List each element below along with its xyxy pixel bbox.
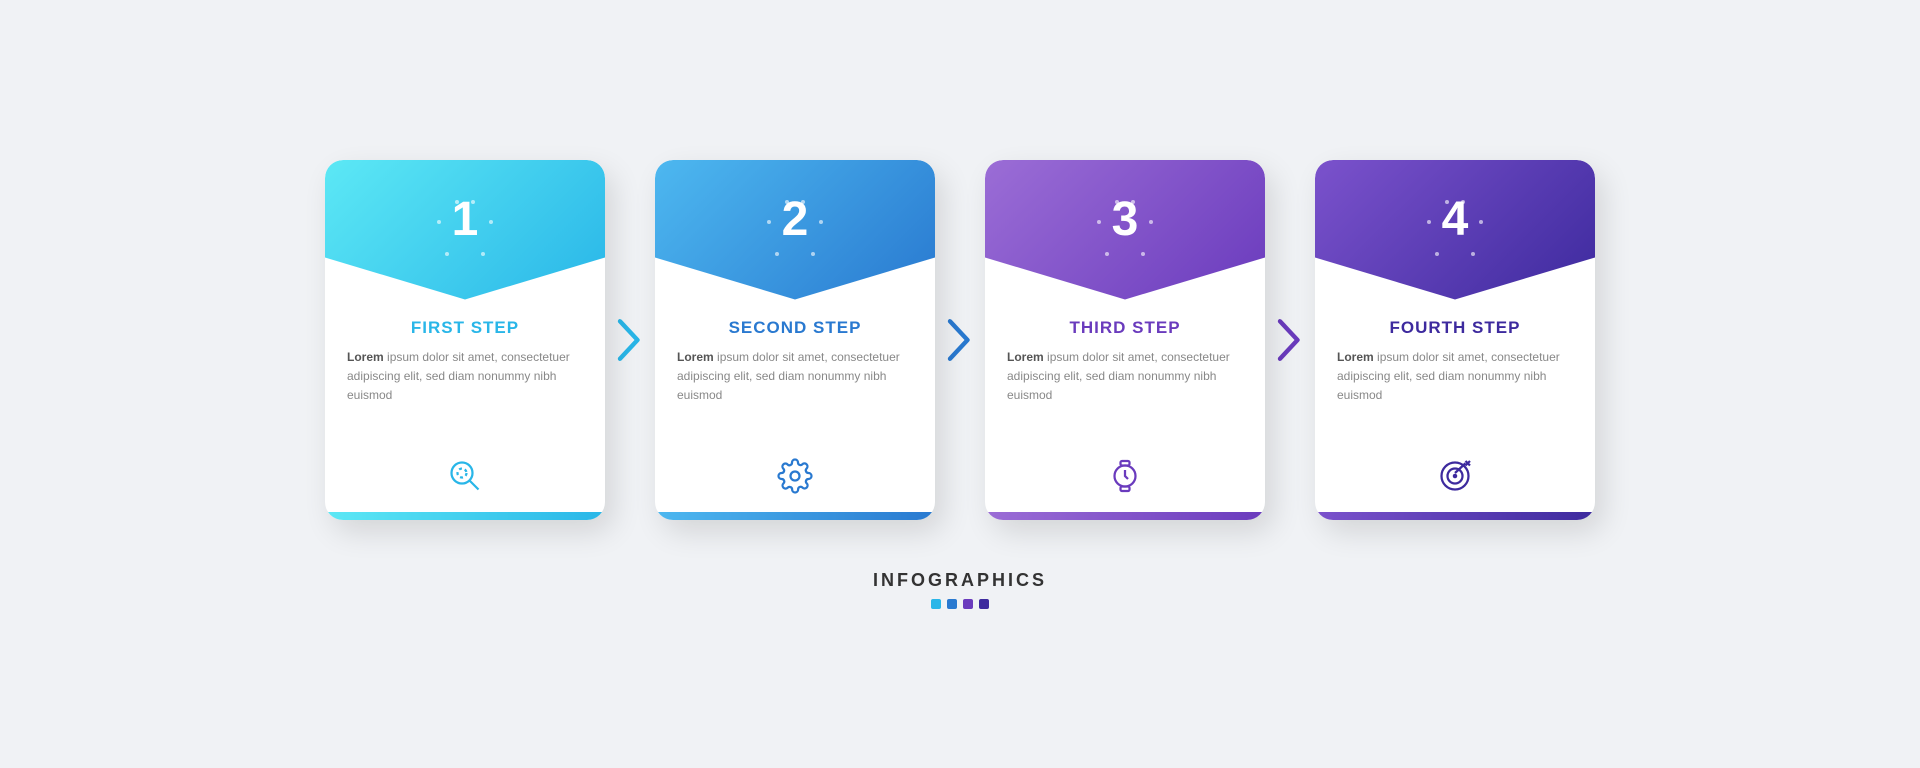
step1-number-container: 1 xyxy=(425,190,505,270)
step3-title: THIRD STEP xyxy=(1007,318,1243,338)
step2-number: 2 xyxy=(782,196,809,244)
step2-body: SECOND STEP Lorem ipsum dolor sit amet, … xyxy=(655,300,935,512)
step-wrapper-1: 1 FIRST STEP Lorem ipsum dolor sit amet,… xyxy=(325,160,605,520)
step1-footer-bar xyxy=(325,512,605,520)
step1-header: 1 xyxy=(325,160,605,300)
step3-number-container: 3 xyxy=(1085,190,1165,270)
step-card-3: 3 THIRD STEP Lorem ipsum dolor sit amet,… xyxy=(985,160,1265,520)
step2-header: 2 xyxy=(655,160,935,300)
step-wrapper-3: 3 THIRD STEP Lorem ipsum dolor sit amet,… xyxy=(985,160,1265,520)
chevron-right-icon-3 xyxy=(1275,315,1305,365)
step2-icon-area xyxy=(677,458,913,500)
step4-number-container: 4 xyxy=(1415,190,1495,270)
step3-footer-bar xyxy=(985,512,1265,520)
footer-dot-1 xyxy=(931,599,941,609)
step4-body: FOURTH STEP Lorem ipsum dolor sit amet, … xyxy=(1315,300,1595,512)
step4-header: 4 xyxy=(1315,160,1595,300)
chevron-right-icon-2 xyxy=(945,315,975,365)
step1-desc-bold: Lorem xyxy=(347,350,384,364)
step1-icon-area xyxy=(347,458,583,500)
step4-title: FOURTH STEP xyxy=(1337,318,1573,338)
watch-icon xyxy=(1107,458,1143,494)
step-wrapper-4: 4 FOURTH STEP Lorem ipsum dolor sit amet… xyxy=(1315,160,1595,520)
step3-header: 3 xyxy=(985,160,1265,300)
footer-dot-3 xyxy=(963,599,973,609)
infographic-main: 1 FIRST STEP Lorem ipsum dolor sit amet,… xyxy=(325,160,1595,520)
step3-icon-area xyxy=(1007,458,1243,500)
step4-footer-bar xyxy=(1315,512,1595,520)
footer-dots xyxy=(931,599,989,609)
footer-section: INFOGRAPHICS xyxy=(873,570,1047,609)
step2-title: SECOND STEP xyxy=(677,318,913,338)
step3-number: 3 xyxy=(1112,196,1139,244)
step3-description: Lorem ipsum dolor sit amet, consectetuer… xyxy=(1007,348,1243,406)
target-icon xyxy=(1437,458,1473,494)
footer-dot-2 xyxy=(947,599,957,609)
chevron-right-icon-1 xyxy=(615,315,645,365)
step3-body: THIRD STEP Lorem ipsum dolor sit amet, c… xyxy=(985,300,1265,512)
step2-number-container: 2 xyxy=(755,190,835,270)
gear-icon xyxy=(777,458,813,494)
step1-title: FIRST STEP xyxy=(347,318,583,338)
search-light-icon xyxy=(447,458,483,494)
step1-body: FIRST STEP Lorem ipsum dolor sit amet, c… xyxy=(325,300,605,512)
arrow-3 xyxy=(1265,310,1315,370)
step2-footer-bar xyxy=(655,512,935,520)
step2-desc-bold: Lorem xyxy=(677,350,714,364)
arrow-1 xyxy=(605,310,655,370)
step1-number: 1 xyxy=(452,196,479,244)
step-card-4: 4 FOURTH STEP Lorem ipsum dolor sit amet… xyxy=(1315,160,1595,520)
step4-desc-bold: Lorem xyxy=(1337,350,1374,364)
step1-description: Lorem ipsum dolor sit amet, consectetuer… xyxy=(347,348,583,406)
step-card-1: 1 FIRST STEP Lorem ipsum dolor sit amet,… xyxy=(325,160,605,520)
footer-title: INFOGRAPHICS xyxy=(873,570,1047,591)
step4-description: Lorem ipsum dolor sit amet, consectetuer… xyxy=(1337,348,1573,406)
step4-number: 4 xyxy=(1442,196,1469,244)
footer-dot-4 xyxy=(979,599,989,609)
step3-desc-bold: Lorem xyxy=(1007,350,1044,364)
arrow-2 xyxy=(935,310,985,370)
step2-description: Lorem ipsum dolor sit amet, consectetuer… xyxy=(677,348,913,406)
step-wrapper-2: 2 SECOND STEP Lorem ipsum dolor sit amet… xyxy=(655,160,935,520)
step-card-2: 2 SECOND STEP Lorem ipsum dolor sit amet… xyxy=(655,160,935,520)
step4-icon-area xyxy=(1337,458,1573,500)
